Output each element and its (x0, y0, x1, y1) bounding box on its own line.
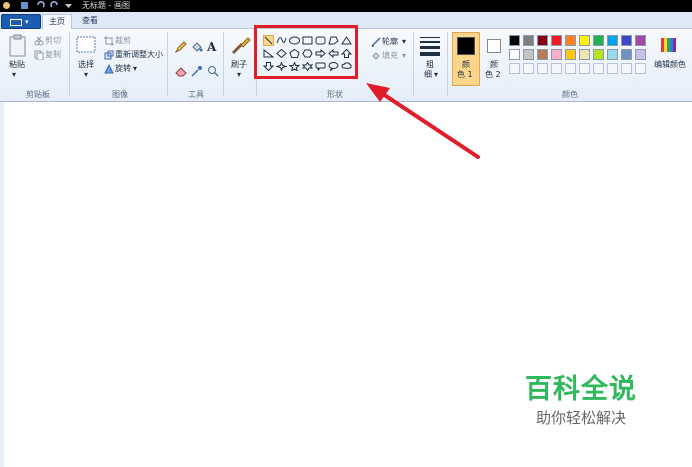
watermark: 百科全说 助你轻松解决 (516, 374, 646, 428)
watermark-subtitle: 助你轻松解决 (535, 409, 626, 427)
watermark-title: 百科全说 (525, 374, 637, 405)
